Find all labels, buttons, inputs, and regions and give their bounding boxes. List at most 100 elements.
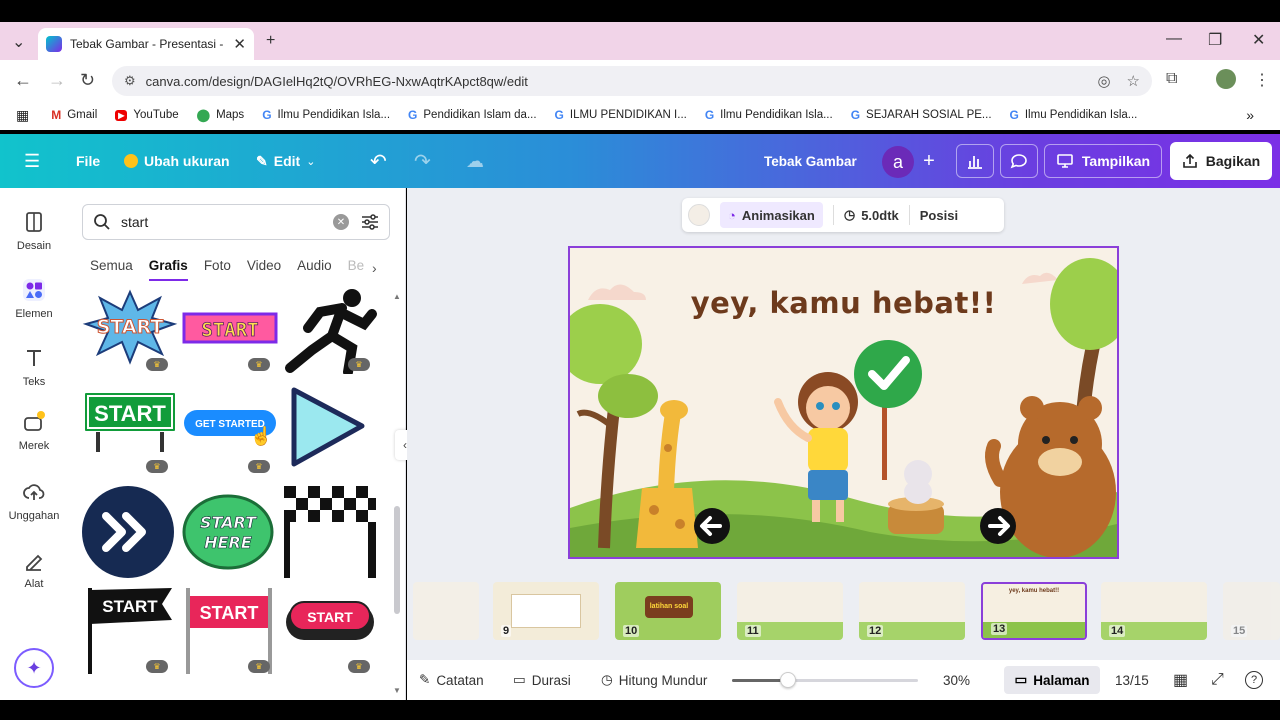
more-bookmarks-icon[interactable]: » xyxy=(1246,107,1254,123)
chevron-right-icon[interactable]: › xyxy=(372,260,377,276)
share-button[interactable]: Bagikan xyxy=(1170,142,1272,180)
magic-sparkle-button[interactable]: ✦ xyxy=(14,648,54,688)
graphic-checkered-flag[interactable] xyxy=(282,484,378,578)
browser-menu-icon[interactable]: ⋮ xyxy=(1254,70,1270,90)
page-thumbnail[interactable]: 12 xyxy=(859,582,965,640)
position-button[interactable]: Posisi xyxy=(920,208,958,223)
site-info-icon[interactable]: ⚙ xyxy=(124,73,136,89)
undo-icon[interactable]: ↶ xyxy=(370,134,387,188)
page-thumbnail[interactable]: latihan soal 10 xyxy=(615,582,721,640)
page-thumbnail[interactable] xyxy=(413,582,479,640)
minimize-icon[interactable]: — xyxy=(1166,30,1182,48)
bookmark-item[interactable]: G Ilmu Pendidikan Isla... xyxy=(1010,108,1138,122)
rail-item-elemen[interactable]: Elemen xyxy=(0,278,68,320)
tab-grafis[interactable]: Grafis xyxy=(148,258,188,281)
grid-view-icon[interactable]: ▦ xyxy=(1173,660,1188,700)
forward-icon[interactable]: → xyxy=(48,70,66,91)
present-button[interactable]: Tampilkan xyxy=(1044,144,1162,178)
browser-tab[interactable]: Tebak Gambar - Presentasi - Canva ✕ xyxy=(38,28,254,60)
insights-icon[interactable] xyxy=(956,144,994,178)
tab-foto[interactable]: Foto xyxy=(204,258,231,281)
duration-button[interactable]: ◷ 5.0dtk xyxy=(844,207,899,223)
fullscreen-icon[interactable]: ⤢ xyxy=(1211,660,1224,700)
scroll-down-icon[interactable]: ▼ xyxy=(393,686,401,695)
close-tab-icon[interactable]: ✕ xyxy=(233,35,246,53)
address-bar[interactable]: ⚙ canva.com/design/DAGIelHq2tQ/OVRhEG-Nx… xyxy=(112,66,1152,96)
bookmark-item[interactable]: G Ilmu Pendidikan Isla... xyxy=(262,108,390,122)
panel-scrollbar[interactable]: ▲ ▼ xyxy=(392,292,402,696)
bookmark-star-icon[interactable]: ☆ xyxy=(1127,72,1140,90)
bookmark-item[interactable]: G Ilmu Pendidikan Isla... xyxy=(705,108,833,122)
help-icon[interactable]: ? xyxy=(1245,660,1263,700)
pages-view-button[interactable]: ▭ Halaman xyxy=(1004,666,1100,694)
collaborator-avatar[interactable]: a xyxy=(882,146,914,178)
upload-icon xyxy=(23,484,45,500)
graphic-start-here[interactable]: START HERE xyxy=(182,494,278,580)
page-count[interactable]: 13/15 xyxy=(1115,660,1149,700)
scroll-up-icon[interactable]: ▲ xyxy=(393,292,401,301)
tab-more[interactable]: Be xyxy=(348,258,365,281)
graphic-start-burst[interactable]: START ♛ xyxy=(82,288,178,374)
new-tab-icon[interactable]: + xyxy=(266,32,275,50)
apps-icon[interactable]: ▦ xyxy=(16,107,29,124)
graphic-start-banner[interactable]: START ♛ xyxy=(182,584,278,674)
rail-item-teks[interactable]: Teks xyxy=(0,346,68,388)
comment-icon[interactable] xyxy=(1000,144,1038,178)
graphic-get-started[interactable]: GET STARTED ☝ ♛ xyxy=(182,388,278,474)
extensions-icon[interactable]: ⧉ xyxy=(1166,70,1177,88)
profile-avatar[interactable] xyxy=(1216,69,1236,89)
rail-item-unggahan[interactable]: Unggahan xyxy=(0,480,68,522)
page-thumbnail[interactable]: 11 xyxy=(737,582,843,640)
menu-icon[interactable]: ☰ xyxy=(24,134,40,188)
graphic-start-flag[interactable]: START ♛ xyxy=(82,584,178,674)
redo-icon[interactable]: ↷ xyxy=(414,134,431,188)
restore-icon[interactable]: ❐ xyxy=(1208,30,1222,50)
close-window-icon[interactable]: ✕ xyxy=(1252,30,1265,50)
notes-button[interactable]: ✎ Catatan xyxy=(419,660,484,700)
slide-title[interactable]: yey, kamu hebat!! xyxy=(570,286,1117,320)
rail-item-alat[interactable]: Alat xyxy=(0,548,68,590)
graphic-play-arrow[interactable] xyxy=(282,384,378,470)
bookmark-item[interactable]: G ILMU PENDIDIKAN I... xyxy=(555,108,687,122)
cloud-saved-icon[interactable]: ☁ xyxy=(466,134,484,188)
zoom-percentage[interactable]: 30% xyxy=(943,660,970,700)
bookmark-item[interactable]: G Pendidikan Islam da... xyxy=(408,108,537,122)
add-collaborator-icon[interactable]: + xyxy=(916,146,942,176)
graphic-start-pixel[interactable]: START ♛ xyxy=(182,288,278,374)
search-input[interactable]: start ✕ xyxy=(82,204,390,240)
bookmark-item[interactable]: G SEJARAH SOSIAL PE... xyxy=(851,108,992,122)
page-thumbnail[interactable]: 15 xyxy=(1223,582,1280,640)
page-thumbnail[interactable]: 14 xyxy=(1101,582,1207,640)
bookmark-maps[interactable]: ⬤ Maps xyxy=(197,108,245,122)
bookmark-youtube[interactable]: ▶ YouTube xyxy=(115,109,179,121)
countdown-button[interactable]: ◷ Hitung Mundur xyxy=(601,660,707,700)
back-icon[interactable]: ← xyxy=(14,70,32,91)
rail-item-merek[interactable]: Merek xyxy=(0,410,68,452)
design-title[interactable]: Tebak Gambar xyxy=(764,134,857,188)
zoom-slider-handle[interactable] xyxy=(780,672,796,688)
edit-menu-button[interactable]: ✎ Edit ⌄ xyxy=(256,134,315,188)
tab-search-icon[interactable]: ⌄ xyxy=(12,32,25,52)
duration-button[interactable]: ▭ Durasi xyxy=(513,660,571,700)
bookmark-gmail[interactable]: M Gmail xyxy=(51,108,97,122)
animate-button[interactable]: ◔ Animasikan xyxy=(720,202,823,228)
graphic-start-sign[interactable]: START ♛ xyxy=(82,388,178,474)
page-thumbnail[interactable]: 9 xyxy=(493,582,599,640)
tab-video[interactable]: Video xyxy=(247,258,281,281)
rail-item-desain[interactable]: Desain xyxy=(0,210,68,252)
file-menu-button[interactable]: File xyxy=(76,134,100,188)
slide-canvas[interactable]: yey, kamu hebat!! xyxy=(568,246,1119,559)
tab-semua[interactable]: Semua xyxy=(90,258,133,281)
panel-scrollbar-thumb[interactable] xyxy=(394,506,400,614)
graphic-fast-forward[interactable] xyxy=(82,484,178,578)
clear-search-icon[interactable]: ✕ xyxy=(333,214,349,230)
graphic-runner[interactable]: ♛ xyxy=(282,288,378,377)
reload-icon[interactable]: ↻ xyxy=(80,70,95,91)
filter-settings-icon[interactable] xyxy=(361,214,379,230)
background-color-swatch[interactable] xyxy=(688,204,710,226)
page-thumbnail-selected[interactable]: yey, kamu hebat!! 13 xyxy=(981,582,1087,640)
resize-button[interactable]: Ubah ukuran xyxy=(124,134,230,188)
tab-audio[interactable]: Audio xyxy=(297,258,332,281)
graphic-start-button[interactable]: START ♛ xyxy=(282,594,378,680)
eye-off-icon[interactable]: ◎ xyxy=(1097,72,1110,90)
